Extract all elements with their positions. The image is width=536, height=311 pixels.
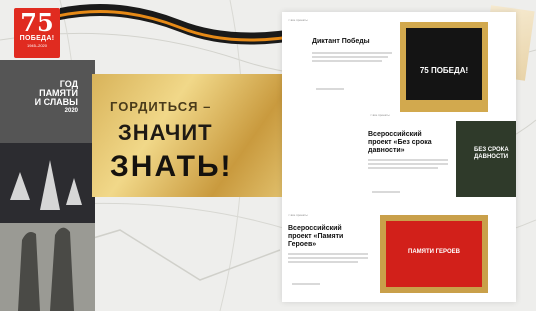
card-title-line-2: проект «Без срока — [368, 139, 432, 146]
card-title-line-3: Героев» — [288, 241, 317, 248]
promo-collage: 75 ПОБЕДА! 1945–2020 ГОД ПАМЯТИ И СЛАВЫ … — [0, 0, 536, 311]
card-text-line — [288, 253, 368, 255]
card-text-line — [288, 261, 358, 263]
card-text-line — [312, 60, 382, 62]
breadcrumb[interactable]: < все проекты — [370, 113, 390, 117]
card-title-line-3: давности» — [368, 147, 405, 154]
card-title: Диктант Победы — [312, 38, 370, 45]
thumbnail-image: 75 ПОБЕДА! — [406, 28, 482, 100]
slogan-line-3: ЗНАТЬ! — [110, 150, 233, 183]
card-title-line-1: Всероссийский — [288, 225, 342, 232]
card-text-line — [368, 163, 448, 165]
logo-number: 75 — [20, 8, 54, 37]
card-thumbnail[interactable]: ПАМЯТИ ГЕРОЕВ — [380, 215, 488, 293]
slogan-banner: ГОРДИТЬСЯ – ЗНАЧИТ ЗНАТЬ! — [92, 74, 299, 197]
card-thumbnail[interactable]: БЕЗ СРОКА ДАВНОСТИ — [456, 121, 516, 197]
thumbnail-caption: 75 ПОБЕДА! — [419, 66, 469, 75]
card-link[interactable] — [316, 88, 344, 90]
card-text-line — [368, 159, 448, 161]
victory-75-logo: 75 ПОБЕДА! 1945–2020 — [14, 8, 60, 58]
card-link[interactable] — [292, 283, 320, 285]
slogan-line-1: ГОРДИТЬСЯ – — [110, 99, 212, 114]
logo-word: ПОБЕДА! — [19, 35, 55, 42]
thumbnail-caption: ПАМЯТИ ГЕРОЕВ — [408, 249, 460, 255]
card-title-line-1: Всероссийский — [368, 131, 422, 138]
card-text-line — [368, 167, 438, 169]
breadcrumb[interactable]: < все проекты — [288, 213, 308, 217]
card-link[interactable] — [372, 191, 400, 193]
project-card-heroes-memory[interactable]: < все проекты Всероссийский проект «Памя… — [282, 207, 516, 302]
breadcrumb[interactable]: < все проекты — [288, 18, 308, 22]
year-line-3: И СЛАВЫ — [34, 97, 78, 107]
slogan-line-2: ЗНАЧИТ — [118, 120, 213, 145]
card-title-line-2: проект «Памяти — [288, 233, 344, 240]
thumbnail-caption: БЕЗ СРОКА ДАВНОСТИ — [474, 147, 509, 160]
projects-page: < все проекты Диктант Победы 75 ПОБЕДА! … — [282, 12, 516, 302]
card-text-line — [288, 257, 368, 259]
card-text-line — [312, 56, 388, 58]
year-of-memory-label: ГОД ПАМЯТИ И СЛАВЫ 2020 — [10, 80, 78, 116]
project-card-dictation[interactable]: < все проекты Диктант Победы 75 ПОБЕДА! — [282, 12, 516, 112]
card-thumbnail[interactable]: 75 ПОБЕДА! — [400, 22, 488, 112]
thumbnail-image: ПАМЯТИ ГЕРОЕВ — [386, 221, 482, 287]
project-card-no-statute[interactable]: < все проекты Всероссийский проект «Без … — [282, 107, 516, 207]
year-line-4: 2020 — [64, 108, 78, 114]
logo-years: 1945–2020 — [26, 43, 48, 48]
card-text-line — [312, 52, 392, 54]
